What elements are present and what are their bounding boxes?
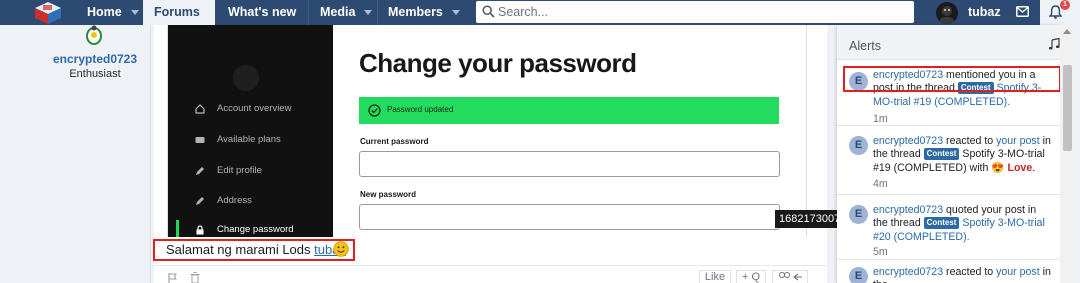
search-input[interactable] xyxy=(498,1,898,23)
contest-tag[interactable]: Contest xyxy=(923,217,960,230)
post-message: Salamat ng marami Lods tubaz xyxy=(166,242,346,257)
screenshot-sidebar: Account overview Available plans Edit pr… xyxy=(168,25,333,237)
alert-user-link[interactable]: encrypted0723 xyxy=(873,135,943,147)
search-icon xyxy=(482,5,495,18)
screenshot-menu-item: Account overview xyxy=(168,99,333,119)
nav-divider xyxy=(308,0,309,25)
alert-item[interactable]: E encrypted0723 reacted to your post in … xyxy=(837,126,1060,195)
top-navbar: Home Forums What's new Media Members tub… xyxy=(0,0,1080,40)
lock-icon xyxy=(196,225,204,235)
scroll-up-arrow-icon[interactable] xyxy=(1063,29,1071,34)
nav-home[interactable]: Home xyxy=(71,0,143,25)
alert-text: encrypted0723 quoted your post in the th… xyxy=(873,204,1045,243)
pencil-icon xyxy=(196,167,204,175)
check-circle-icon xyxy=(368,104,381,117)
nav-divider xyxy=(377,0,378,25)
alert-item[interactable]: E encrypted0723 quoted your post in the … xyxy=(837,195,1060,260)
screenshot-title: Change your password xyxy=(359,48,637,78)
pencil-icon xyxy=(196,197,204,205)
alerts-scrollbar[interactable] xyxy=(1060,25,1075,283)
reply-icon xyxy=(779,272,802,281)
site-logo[interactable] xyxy=(34,1,62,25)
avatar[interactable]: E xyxy=(849,136,868,155)
music-note-icon[interactable] xyxy=(1048,38,1060,50)
screenshot-menu-item: Edit profile xyxy=(168,161,333,181)
chevron-down-icon[interactable] xyxy=(451,10,460,16)
new-password-label: New password xyxy=(360,190,417,199)
quote-button[interactable]: + Q xyxy=(736,270,766,283)
highlight-box xyxy=(843,66,1061,92)
author-username[interactable]: encrypted0723 xyxy=(40,52,150,66)
author-user-title: Enthusiast xyxy=(69,68,121,80)
smiley-emoji-icon xyxy=(333,241,349,257)
reply-button[interactable] xyxy=(772,270,808,283)
chevron-down-icon[interactable] xyxy=(130,10,139,16)
card-icon xyxy=(195,137,205,143)
alerts-panel: Alerts E encrypted0723 mentioned you in … xyxy=(837,25,1060,283)
attached-screenshot[interactable]: Account overview Available plans Edit pr… xyxy=(167,25,807,237)
alert-text: encrypted0723 reacted to your post in th… xyxy=(873,135,1051,174)
alert-count-badge: 1 xyxy=(1060,0,1070,10)
alerts-title: Alerts xyxy=(849,39,881,53)
nav-members[interactable]: Members xyxy=(378,0,468,25)
nav-media[interactable]: Media xyxy=(309,0,377,25)
screenshot-menu-item-active: Change password xyxy=(168,220,333,237)
like-button[interactable]: Like xyxy=(699,270,731,283)
app-logo-icon xyxy=(233,65,259,91)
alerts-toggle[interactable]: 1 xyxy=(1040,0,1080,25)
trash-icon[interactable] xyxy=(190,272,200,283)
column-divider xyxy=(150,25,151,283)
alert-item[interactable]: E encrypted0723 reacted to your post in … xyxy=(837,260,1060,283)
envelope-icon[interactable] xyxy=(1016,6,1029,17)
home-icon xyxy=(195,104,205,114)
heart-eyes-emoji-icon: 😍 xyxy=(991,161,1005,174)
search-box[interactable] xyxy=(476,1,914,23)
alert-time: 1m xyxy=(873,113,888,125)
alert-post-link[interactable]: your post xyxy=(996,266,1040,278)
current-password-field xyxy=(359,151,780,177)
current-password-label: Current password xyxy=(360,137,429,146)
banner-text: Password updated xyxy=(387,105,454,114)
alert-text: encrypted0723 reacted to your post in th… xyxy=(873,266,1051,283)
success-banner: Password updated xyxy=(359,97,779,124)
avatar[interactable] xyxy=(936,2,958,24)
alert-post-link[interactable]: your post xyxy=(996,135,1040,147)
avatar[interactable] xyxy=(84,25,104,47)
screenshot-menu-item: Address xyxy=(168,191,333,211)
alert-user-link[interactable]: encrypted0723 xyxy=(873,266,943,278)
alert-user-link[interactable]: encrypted0723 xyxy=(873,204,943,216)
flag-icon[interactable] xyxy=(168,273,178,283)
alerts-header: Alerts xyxy=(837,25,1060,60)
new-password-field xyxy=(359,204,780,230)
chevron-down-icon[interactable] xyxy=(364,10,373,16)
nav-forums[interactable]: Forums xyxy=(143,0,215,40)
screenshot-menu-item: Available plans xyxy=(168,130,333,150)
avatar[interactable]: E xyxy=(849,205,868,224)
alert-time: 4m xyxy=(873,178,888,190)
alert-time: 5m xyxy=(873,246,888,258)
reaction-love: Love xyxy=(1007,161,1033,174)
scrollbar-thumb[interactable] xyxy=(1063,65,1072,151)
contest-tag[interactable]: Contest xyxy=(923,148,960,161)
avatar[interactable]: E xyxy=(849,267,868,283)
nav-username[interactable]: tubaz xyxy=(968,0,1001,24)
nav-whats-new[interactable]: What's new xyxy=(216,0,308,40)
